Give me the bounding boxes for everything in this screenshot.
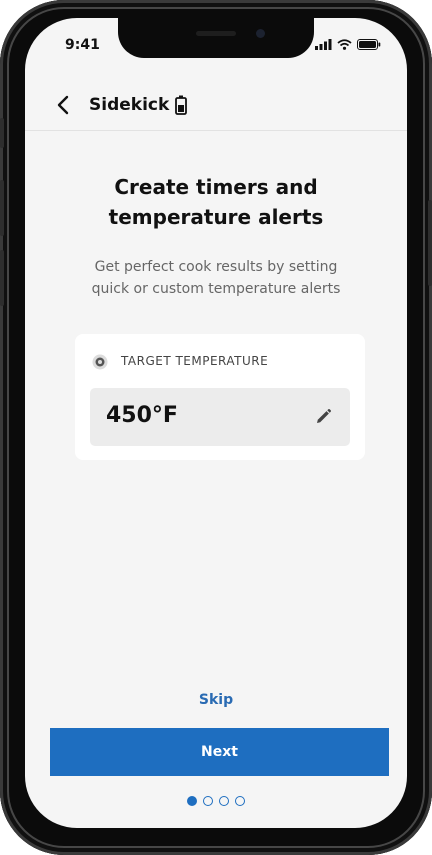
power-button [428,200,432,286]
status-battery-icon [357,39,381,50]
page-dot-2[interactable] [203,796,213,806]
mute-switch [0,118,4,148]
title-line-2: temperature alerts [108,205,324,229]
notch [118,18,314,58]
speaker [196,31,236,36]
thermometer-icon [92,354,108,370]
temperature-value: 450°F [106,403,178,428]
page-dot-3[interactable] [219,796,229,806]
subtitle-line-2: quick or custom temperature alerts [91,281,341,297]
card-label: TARGET TEMPERATURE [121,354,269,368]
status-time: 9:41 [65,37,100,53]
target-temperature-card: TARGET TEMPERATURE 450°F [75,334,365,460]
battery-icon [175,95,187,115]
page-title: Create timers and temperature alerts [25,172,407,232]
skip-button[interactable]: Skip [25,692,407,708]
title-line-1: Create timers and [114,175,318,199]
pencil-icon[interactable] [314,408,332,426]
screen: 9:41 Sidekick Create timers and temperat… [25,18,407,828]
subtitle-line-1: Get perfect cook results by setting [94,259,338,275]
page-subtitle: Get perfect cook results by setting quic… [55,256,377,300]
page-dot-4[interactable] [235,796,245,806]
volume-down-button [0,250,4,306]
signal-icon [315,39,332,50]
next-button[interactable]: Next [50,728,389,776]
wifi-icon [337,39,352,50]
camera [256,29,265,38]
status-icons [315,39,381,50]
phone-frame: 9:41 Sidekick Create timers and temperat… [0,0,432,855]
nav-title: Sidekick [89,95,170,115]
nav-bar: Sidekick [25,82,407,131]
volume-up-button [0,180,4,236]
back-chevron-icon[interactable] [55,94,73,116]
page-dot-1[interactable] [187,796,197,806]
pagination-dots [25,796,407,806]
temperature-field[interactable]: 450°F [90,388,350,446]
